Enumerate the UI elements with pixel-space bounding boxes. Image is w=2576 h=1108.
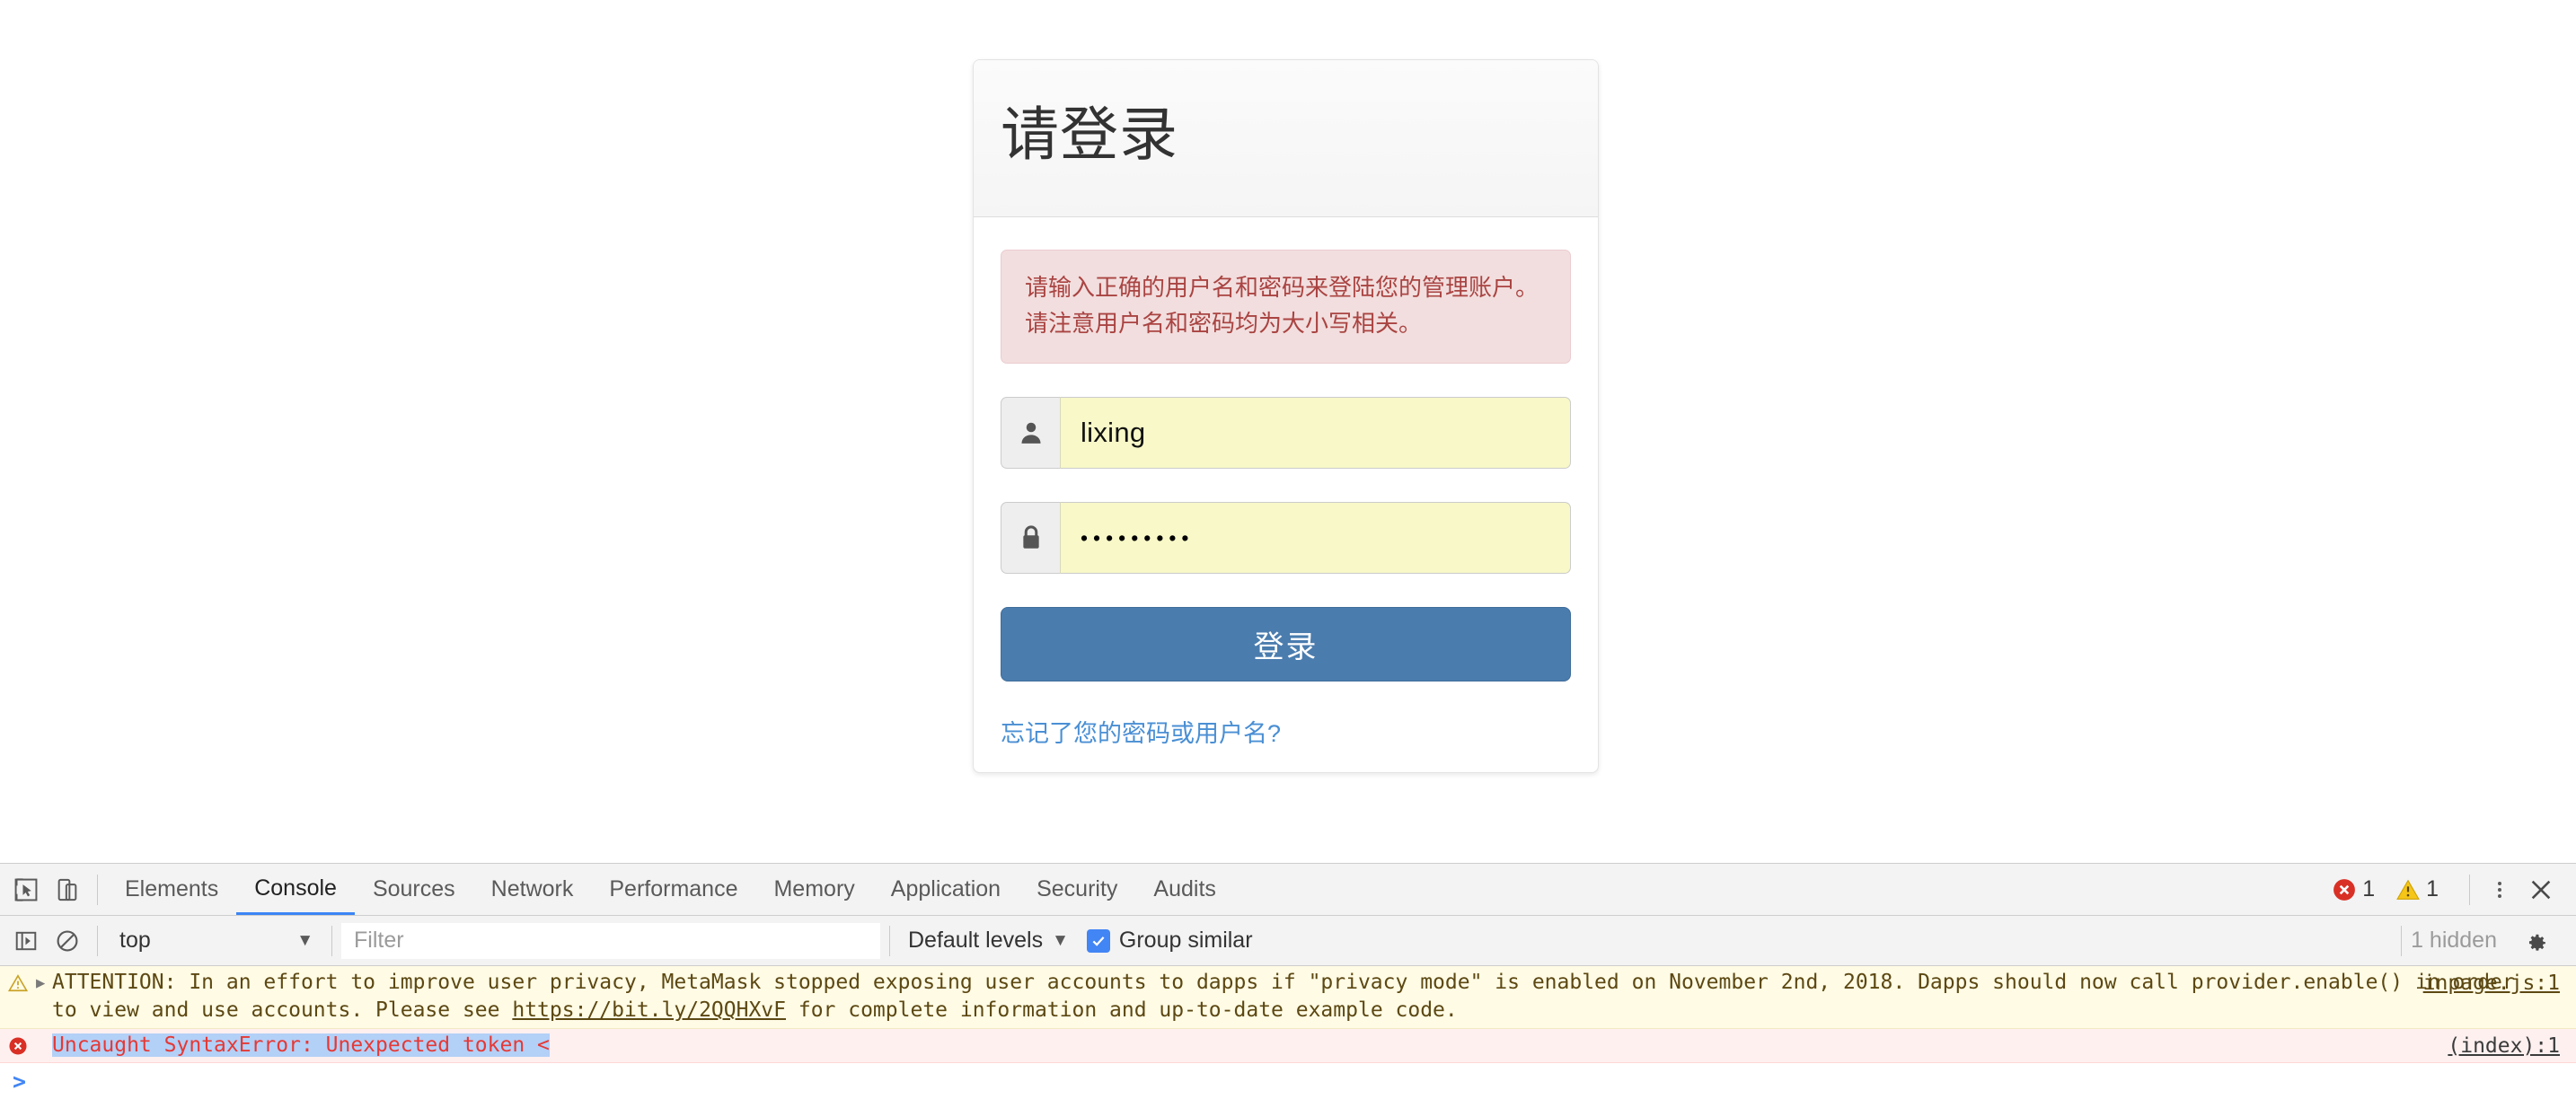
tab-sources[interactable]: Sources xyxy=(355,864,473,915)
error-count-badge[interactable]: 1 xyxy=(2333,876,2391,902)
group-similar-checkbox[interactable]: Group similar xyxy=(1086,928,1253,954)
warning-count-value: 1 xyxy=(2426,876,2439,901)
warning-text-part-2: for complete information and up-to-date … xyxy=(786,998,1458,1023)
password-input[interactable]: ••••••••• xyxy=(1060,502,1571,575)
cursor-inspect-icon[interactable] xyxy=(5,869,47,910)
tab-elements[interactable]: Elements xyxy=(107,864,236,915)
warning-triangle-icon xyxy=(0,969,36,993)
login-submit-button[interactable]: 登录 xyxy=(1001,607,1571,682)
warning-triangle-icon xyxy=(2396,878,2420,901)
console-source-link[interactable]: inpage.js:1 xyxy=(2423,970,2560,998)
login-panel-body: 请输入正确的用户名和密码来登陆您的管理账户。请注意用户名和密码均为大小写相关。 … xyxy=(974,217,1598,772)
forgot-password-link[interactable]: 忘记了您的密码或用户名? xyxy=(1001,714,1281,749)
error-circle-icon xyxy=(2333,878,2356,901)
console-message-list: ▶ ATTENTION: In an effort to improve use… xyxy=(0,966,2576,1108)
console-context-select[interactable]: top ▼ xyxy=(107,923,322,959)
console-error-text: Uncaught SyntaxError: Unexpected token < xyxy=(52,1032,2576,1060)
clear-console-icon[interactable] xyxy=(47,920,88,962)
devtools-status-area: 1 1 xyxy=(2333,869,2571,910)
warning-text-link[interactable]: https://bit.ly/2QQHXvF xyxy=(512,998,786,1022)
console-levels-value: Default levels xyxy=(908,928,1044,953)
console-sidebar-icon[interactable] xyxy=(5,920,47,962)
login-panel-heading: 请登录 xyxy=(974,60,1598,217)
tab-security[interactable]: Security xyxy=(1019,864,1135,915)
chevron-down-icon: ▼ xyxy=(296,930,313,950)
tab-console[interactable]: Console xyxy=(236,864,355,915)
kebab-menu-icon[interactable] xyxy=(2479,869,2520,910)
expand-triangle-icon[interactable]: ▶ xyxy=(36,969,52,994)
devtools-panel: Elements Console Sources Network Perform… xyxy=(0,863,2576,1108)
tab-memory[interactable]: Memory xyxy=(755,864,872,915)
device-toolbar-icon[interactable] xyxy=(47,869,88,910)
toolbar-divider xyxy=(97,874,98,905)
console-filter-input[interactable] xyxy=(341,922,880,959)
console-filter-right: 1 hidden xyxy=(2392,920,2571,962)
devtools-tabbar: Elements Console Sources Network Perform… xyxy=(0,864,2576,916)
status-divider xyxy=(2469,874,2470,905)
gear-icon[interactable] xyxy=(2515,920,2556,962)
prompt-chevron-icon: > xyxy=(13,1068,27,1095)
console-error-row[interactable]: Uncaught SyntaxError: Unexpected token <… xyxy=(0,1028,2576,1063)
warning-count-badge[interactable]: 1 xyxy=(2396,876,2455,902)
hidden-messages-count: 1 hidden xyxy=(2411,928,2497,953)
close-icon[interactable] xyxy=(2520,869,2562,910)
lock-icon xyxy=(1001,502,1060,575)
console-levels-select[interactable]: Default levels ▼ xyxy=(899,928,1078,954)
password-input-group[interactable]: ••••••••• xyxy=(1001,502,1571,575)
console-filter-toolbar: top ▼ Default levels ▼ Group similar 1 h… xyxy=(0,916,2576,966)
console-prompt-row[interactable]: > xyxy=(0,1062,2576,1108)
console-source-link[interactable]: (index):1 xyxy=(2448,1033,2560,1060)
checkbox-checked-icon xyxy=(1086,928,1110,953)
tab-performance[interactable]: Performance xyxy=(591,864,755,915)
tab-application[interactable]: Application xyxy=(873,864,1019,915)
filter-divider-3 xyxy=(889,925,890,956)
console-context-value: top xyxy=(119,928,151,953)
tab-network[interactable]: Network xyxy=(473,864,592,915)
filter-divider-1 xyxy=(97,925,98,956)
browser-page-viewport: 请登录 请输入正确的用户名和密码来登陆您的管理账户。请注意用户名和密码均为大小写… xyxy=(0,0,2576,863)
console-warning-text: ATTENTION: In an effort to improve user … xyxy=(52,969,2576,1025)
error-row-spacer xyxy=(36,1032,52,1036)
filter-divider-4 xyxy=(2401,925,2403,956)
filter-divider-2 xyxy=(331,925,332,956)
username-input[interactable]: lixing xyxy=(1060,397,1571,470)
login-panel: 请登录 请输入正确的用户名和密码来登陆您的管理账户。请注意用户名和密码均为大小写… xyxy=(973,59,1599,774)
alert-message: 请输入正确的用户名和密码来登陆您的管理账户。请注意用户名和密码均为大小写相关。 xyxy=(1001,250,1571,365)
error-text-content: Uncaught SyntaxError: Unexpected token < xyxy=(52,1033,550,1057)
console-warning-row[interactable]: ▶ ATTENTION: In an effort to improve use… xyxy=(0,966,2576,1029)
user-icon xyxy=(1001,397,1060,470)
username-input-group[interactable]: lixing xyxy=(1001,397,1571,470)
error-count-value: 1 xyxy=(2362,876,2376,901)
error-circle-icon xyxy=(0,1032,36,1056)
page-title: 请登录 xyxy=(1001,101,1179,167)
group-similar-label: Group similar xyxy=(1118,928,1253,953)
tab-audits[interactable]: Audits xyxy=(1135,864,1233,915)
chevron-down-icon: ▼ xyxy=(1052,930,1069,950)
